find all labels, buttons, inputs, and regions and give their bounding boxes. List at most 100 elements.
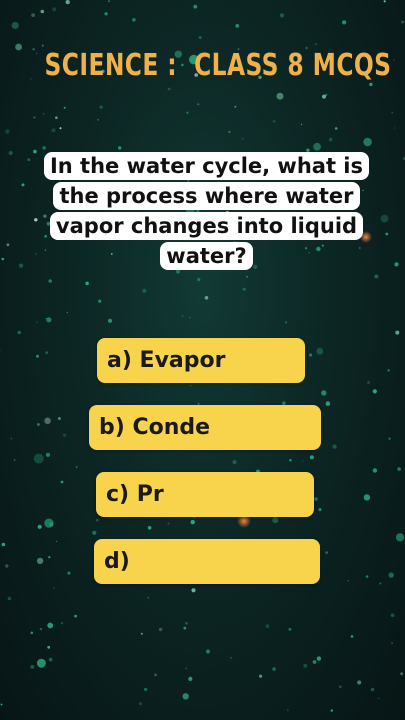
bokeh-dot [363, 494, 371, 501]
bokeh-dot [40, 9, 45, 14]
bokeh-dot [365, 575, 369, 578]
bokeh-dot [265, 624, 270, 628]
quiz-screen: SCIENCE : CLASS 8 MCQS In the water cycl… [0, 0, 405, 720]
bokeh-dot [186, 111, 189, 114]
bokeh-dot [347, 580, 349, 582]
bokeh-dot [197, 278, 201, 282]
bokeh-dot [56, 540, 58, 542]
page-title: SCIENCE : CLASS 8 MCQS [44, 48, 392, 83]
bokeh-dot [377, 697, 380, 700]
bokeh-dot [189, 316, 191, 319]
bokeh-dot [36, 321, 38, 323]
question-line-2: the process where water [53, 182, 360, 210]
bokeh-dot [289, 459, 292, 462]
option-d-label: d) [104, 549, 130, 574]
bokeh-dot [147, 526, 152, 530]
bokeh-dot [98, 299, 102, 303]
bokeh-dot [51, 128, 56, 133]
bokeh-dot [6, 243, 10, 247]
bokeh-dot [66, 311, 69, 314]
bokeh-dot [390, 613, 395, 618]
bokeh-dot [314, 43, 317, 46]
bokeh-dot [21, 183, 25, 187]
bokeh-dot [85, 281, 89, 286]
bokeh-dot [325, 401, 331, 406]
question-line-4: water? [160, 242, 253, 270]
option-a-button[interactable]: a) Evapor [97, 338, 305, 383]
bokeh-dot [75, 466, 78, 468]
bokeh-dot [31, 13, 35, 17]
bokeh-dot [279, 13, 285, 18]
bokeh-dot [57, 417, 61, 420]
bokeh-dot [393, 59, 395, 61]
option-b-button[interactable]: b) Conde [89, 405, 321, 450]
bokeh-dot [309, 353, 313, 357]
bokeh-dot [5, 129, 10, 134]
bokeh-dot [37, 423, 40, 426]
bokeh-dot [11, 21, 19, 30]
bokeh-dot [167, 87, 171, 91]
bokeh-dot [190, 384, 192, 387]
bokeh-dot [13, 459, 16, 461]
bokeh-dot [197, 103, 200, 106]
bokeh-dot [228, 130, 231, 133]
bokeh-dot [372, 468, 378, 473]
bokeh-dot [158, 627, 163, 632]
bokeh-dot [1, 542, 6, 547]
bokeh-dot [5, 564, 9, 568]
bokeh-dot [400, 672, 404, 676]
bokeh-dot [108, 0, 110, 3]
bokeh-dot [41, 44, 44, 47]
bokeh-dot [314, 497, 318, 501]
bokeh-dot [370, 687, 375, 692]
bokeh-dot [0, 350, 1, 352]
bokeh-dot [55, 116, 58, 119]
bokeh-dot [96, 519, 99, 522]
bokeh-dot [284, 321, 288, 324]
bokeh-dot [325, 551, 329, 554]
bokeh-dot [387, 369, 390, 372]
bokeh-dot [143, 687, 148, 692]
bokeh-dot [30, 631, 34, 635]
bokeh-dot [369, 82, 373, 87]
bokeh-dot [63, 106, 66, 109]
bokeh-dot [99, 105, 103, 109]
bokeh-dot [65, 0, 70, 5]
bokeh-dot [44, 518, 54, 528]
bokeh-dot [259, 674, 263, 678]
bokeh-dot [53, 587, 55, 589]
bokeh-dot [242, 287, 246, 291]
option-d-button[interactable]: d) [94, 539, 320, 584]
bokeh-dot [391, 642, 393, 645]
bokeh-dot [235, 24, 240, 28]
bokeh-dot [288, 627, 292, 631]
bokeh-dot [181, 315, 184, 318]
bokeh-dot [47, 645, 51, 649]
bokeh-dot [45, 317, 47, 320]
bokeh-dot [395, 330, 400, 335]
bokeh-dot [104, 12, 108, 16]
bokeh-dot [204, 296, 209, 300]
bokeh-dot [59, 127, 62, 130]
bokeh-dot [36, 658, 46, 668]
bokeh-dot [232, 460, 237, 465]
bokeh-dot [276, 92, 284, 100]
option-a-label: a) Evapor [107, 348, 226, 373]
bokeh-dot [97, 118, 100, 121]
bokeh-dot [397, 467, 401, 471]
bokeh-dot [48, 279, 52, 283]
bokeh-dot [303, 663, 308, 668]
bokeh-dot [395, 533, 405, 542]
question-box: In the water cycle, what is the process … [32, 145, 381, 275]
bokeh-dot [39, 627, 43, 631]
bokeh-dot [132, 18, 136, 22]
bokeh-dot [350, 635, 354, 638]
bokeh-dot [302, 460, 304, 462]
bokeh-dot [185, 621, 188, 625]
bokeh-dot [394, 262, 399, 267]
bokeh-dot [287, 709, 289, 711]
bokeh-dot [67, 571, 71, 575]
bokeh-dot [372, 389, 377, 394]
option-c-button[interactable]: c) Pr [96, 472, 314, 517]
bokeh-dot [44, 417, 51, 425]
